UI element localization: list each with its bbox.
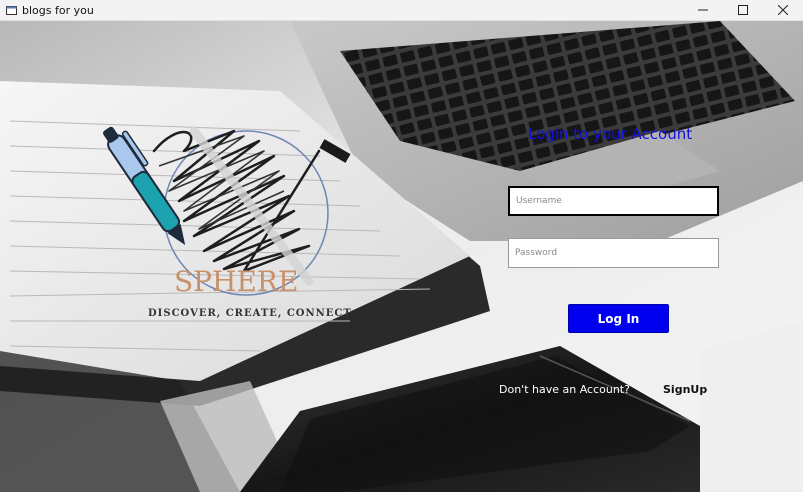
login-title: Login to your Account	[528, 125, 693, 143]
no-account-text: Don't have an Account?	[499, 383, 630, 396]
logo-wordmark: SPHERE	[174, 265, 298, 298]
password-input[interactable]	[508, 238, 719, 268]
maximize-icon	[738, 5, 748, 15]
login-button[interactable]: Log In	[568, 304, 669, 333]
close-button[interactable]	[763, 0, 803, 20]
minimize-button[interactable]	[683, 0, 723, 20]
minimize-icon	[698, 9, 708, 11]
logo-tagline: DISCOVER, CREATE, CONNECT	[148, 308, 352, 319]
sphere-logo: SPHERE	[103, 126, 329, 298]
app-window: blogs for you SPHERE DISCOVER, CREATE, C…	[0, 0, 803, 492]
title-bar[interactable]: blogs for you	[0, 0, 803, 21]
maximize-button[interactable]	[723, 0, 763, 20]
signup-link[interactable]: SignUp	[663, 383, 707, 396]
login-screen: SPHERE DISCOVER, CREATE, CONNECT Login t…	[0, 21, 803, 492]
window-controls	[683, 0, 803, 20]
app-icon	[6, 5, 17, 16]
close-icon	[778, 5, 788, 15]
username-input[interactable]	[508, 186, 719, 216]
window-title: blogs for you	[22, 3, 94, 17]
